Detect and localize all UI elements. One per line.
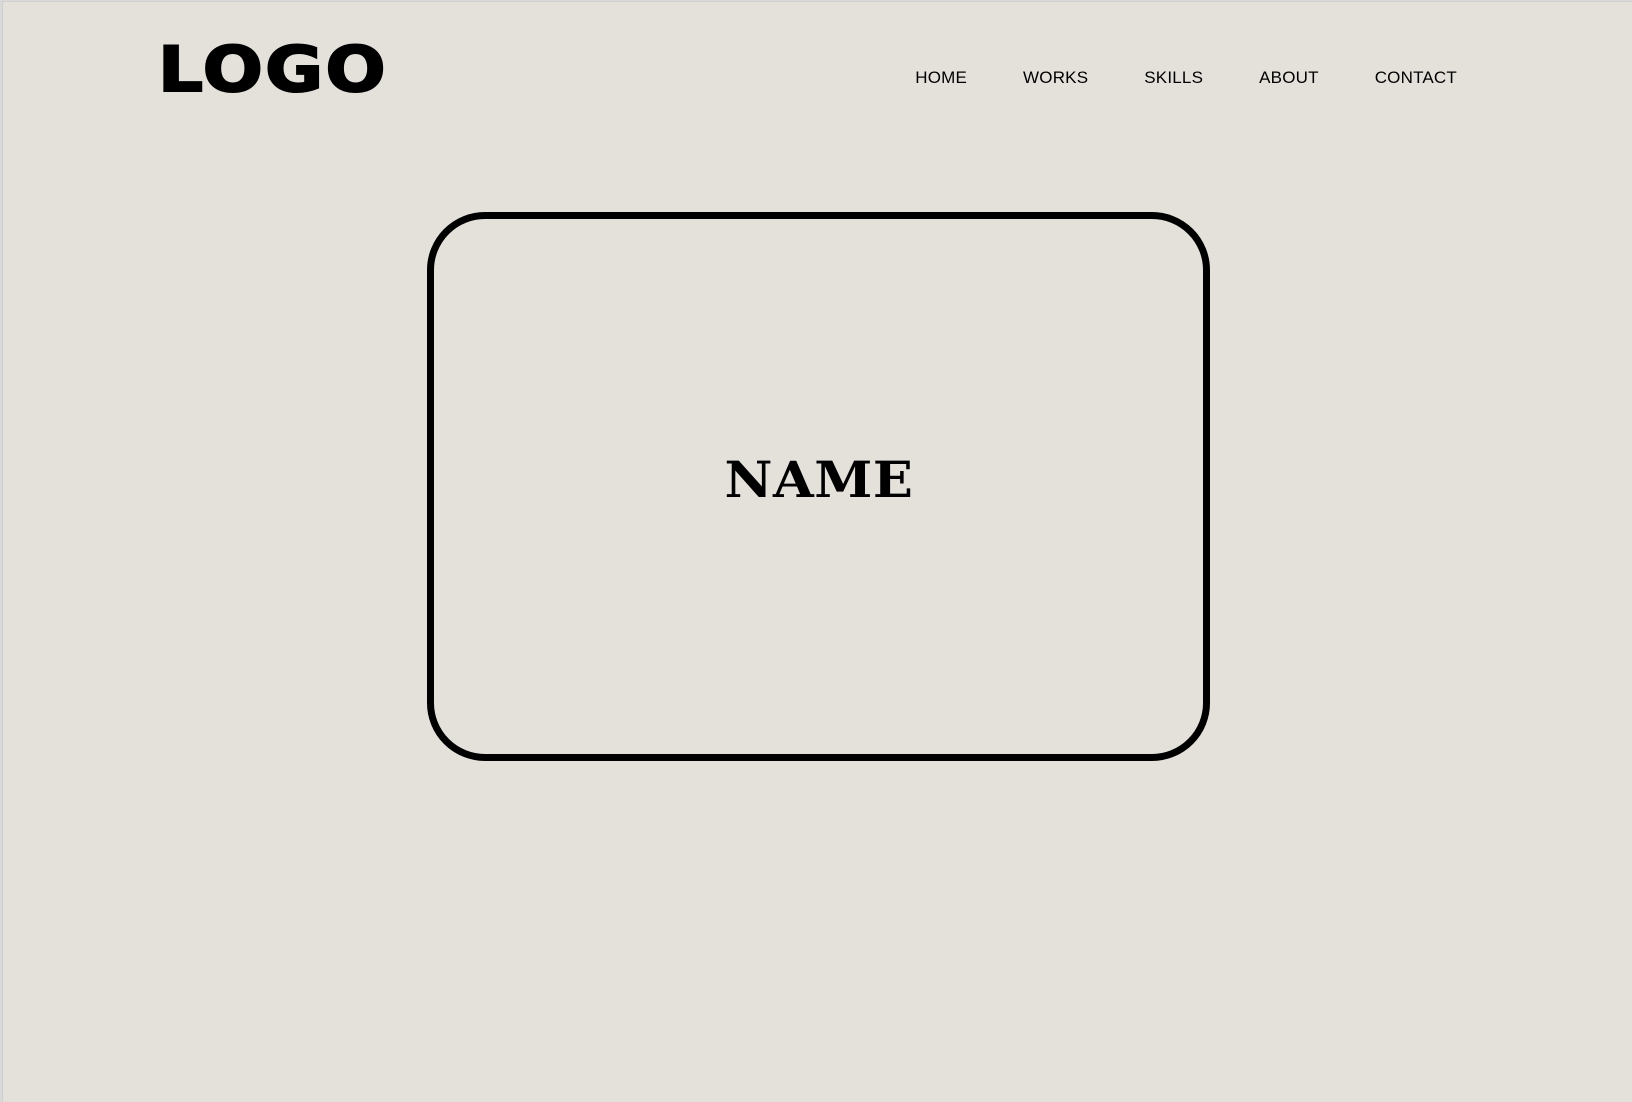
hero-name-title: NAME xyxy=(724,450,913,509)
nav-about-link[interactable]: ABOUT xyxy=(1259,69,1319,86)
nav-skills-link[interactable]: SKILLS xyxy=(1144,69,1203,86)
main-nav: HOME WORKS SKILLS ABOUT CONTACT xyxy=(915,69,1457,86)
page-canvas: LOGO HOME WORKS SKILLS ABOUT CONTACT NAM… xyxy=(2,1,1632,1102)
site-logo[interactable]: LOGO xyxy=(157,38,388,102)
nav-works-link[interactable]: WORKS xyxy=(1023,69,1088,86)
nav-contact-link[interactable]: CONTACT xyxy=(1375,69,1457,86)
nav-home-link[interactable]: HOME xyxy=(915,69,967,86)
hero-card: NAME xyxy=(427,212,1210,761)
